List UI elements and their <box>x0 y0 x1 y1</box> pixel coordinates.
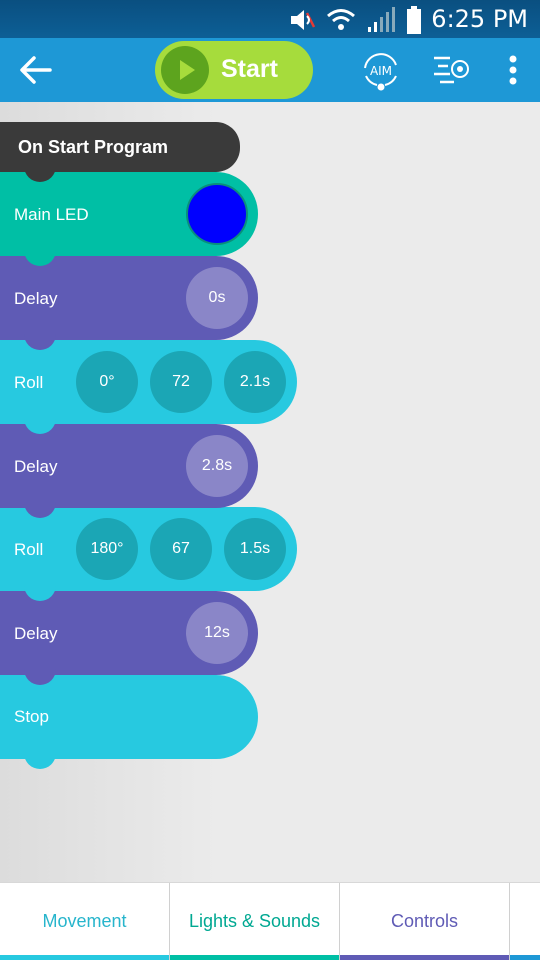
delay-block[interactable]: Delay 12s <box>0 591 258 685</box>
app-bar: Start AIM <box>0 38 540 102</box>
signal-icon <box>368 7 395 32</box>
stop-block[interactable]: Stop <box>0 675 258 769</box>
roll-speed-field[interactable]: 67 <box>150 518 212 580</box>
roll-block[interactable]: Roll 180° 67 1.5s <box>0 507 297 601</box>
tab-more-bar <box>510 955 540 960</box>
more-options-button[interactable] <box>503 52 523 88</box>
main-led-block[interactable]: Main LED <box>0 172 258 266</box>
tab-lights-sounds-label: Lights & Sounds <box>188 911 321 931</box>
back-button[interactable] <box>18 54 54 86</box>
roll-label: Roll <box>14 540 44 559</box>
roll-block[interactable]: Roll 0° 72 2.1s <box>0 340 297 434</box>
aim-button[interactable]: AIM <box>358 48 404 94</box>
stop-label: Stop <box>14 707 49 726</box>
more-vert-icon <box>509 55 517 85</box>
on-start-program-label: On Start Program <box>18 137 169 157</box>
start-label: Start <box>221 55 278 83</box>
tab-controls-bar <box>340 955 509 960</box>
roll-heading-field[interactable]: 180° <box>76 518 138 580</box>
tab-controls[interactable]: Controls <box>340 883 510 960</box>
roll-heading-field[interactable]: 0° <box>76 351 138 413</box>
delay-label: Delay <box>14 457 58 476</box>
delay-block[interactable]: Delay 2.8s <box>0 424 258 518</box>
delay-duration-field[interactable]: 2.8s <box>186 435 248 497</box>
status-time: 6:25 PM <box>431 5 528 33</box>
start-button[interactable]: Start <box>155 41 313 99</box>
roll-duration-field[interactable]: 1.5s <box>224 518 286 580</box>
tab-lights-sounds[interactable]: Lights & Sounds <box>170 883 340 960</box>
back-arrow-icon <box>20 56 52 84</box>
delay-label: Delay <box>14 289 58 308</box>
roll-duration-field[interactable]: 2.1s <box>224 351 286 413</box>
delay-duration-field[interactable]: 0s <box>186 267 248 329</box>
drive-button[interactable] <box>430 50 476 90</box>
tab-movement[interactable]: Movement <box>0 883 170 960</box>
tab-controls-label: Controls <box>390 911 459 931</box>
battery-icon <box>407 6 421 34</box>
category-tabs: Movement Lights & Sounds Controls <box>0 882 540 960</box>
aim-label: AIM <box>370 64 392 78</box>
delay-block[interactable]: Delay 0s <box>0 256 258 350</box>
on-start-program-block[interactable]: On Start Program <box>0 122 240 182</box>
delay-duration-field[interactable]: 12s <box>186 602 248 664</box>
drive-icon <box>434 56 469 84</box>
delay-label: Delay <box>14 624 58 643</box>
mute-icon <box>291 10 316 30</box>
tab-movement-bar <box>0 955 169 960</box>
roll-label: Roll <box>14 373 44 392</box>
main-led-label: Main LED <box>14 205 89 224</box>
play-icon <box>161 46 209 94</box>
aim-icon: AIM <box>364 53 397 91</box>
status-icons <box>288 6 422 34</box>
led-color-swatch[interactable] <box>186 183 248 245</box>
tab-more[interactable] <box>510 883 540 960</box>
status-bar: 6:25 PM <box>0 0 540 38</box>
tab-movement-label: Movement <box>42 911 127 931</box>
wifi-icon <box>327 9 355 30</box>
tab-lights-sounds-bar <box>170 955 339 960</box>
roll-speed-field[interactable]: 72 <box>150 351 212 413</box>
